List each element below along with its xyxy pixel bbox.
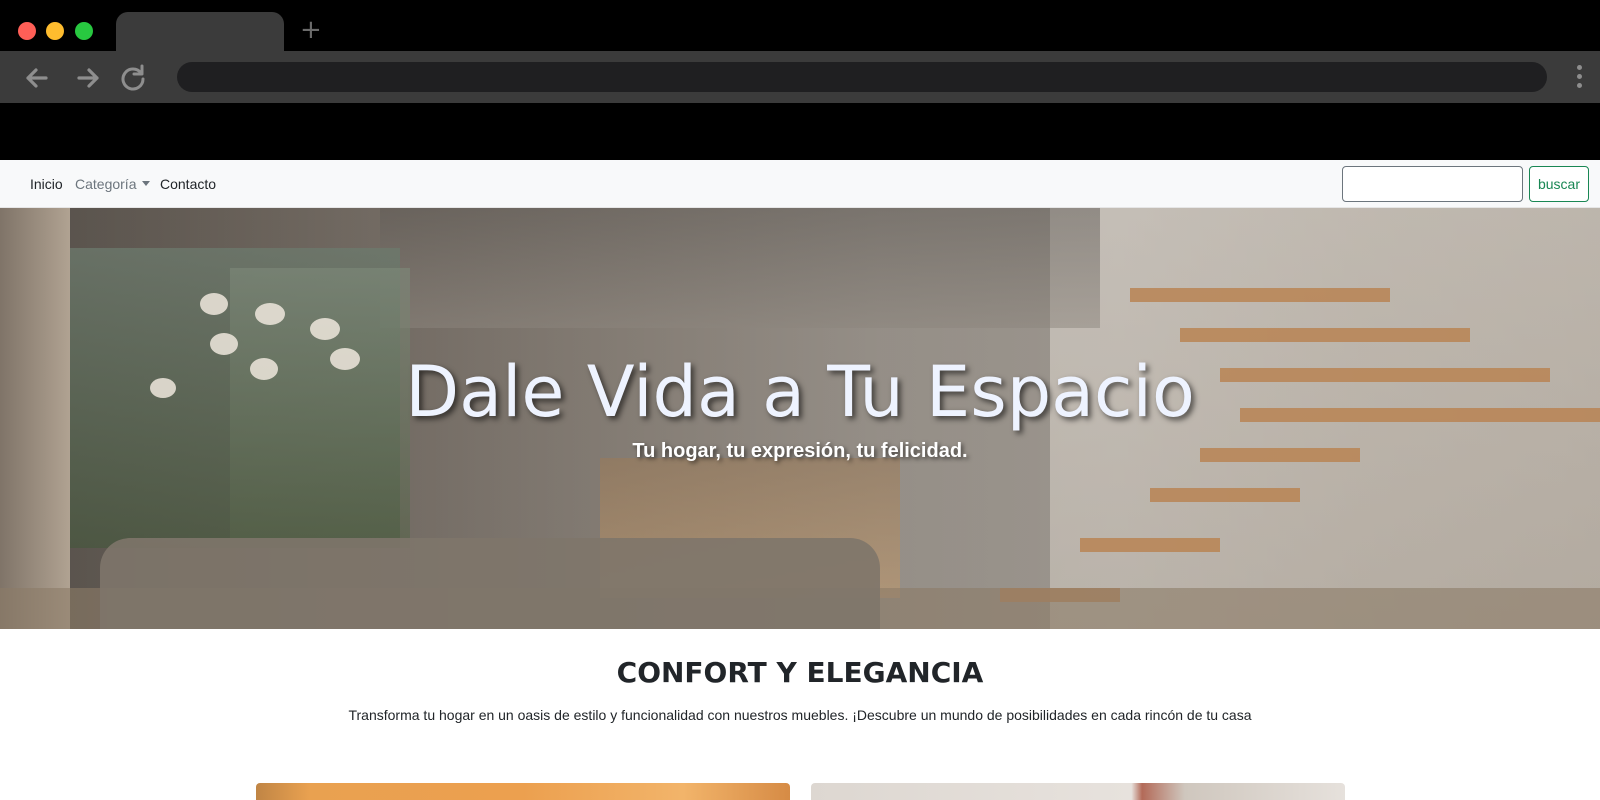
- stair-step: [1150, 488, 1300, 502]
- site-navbar: Inicio Categoría Contacto buscar: [0, 160, 1600, 208]
- hero-subtitle: Tu hogar, tu expresión, tu felicidad.: [632, 440, 968, 462]
- hero-ceiling: [380, 208, 1100, 328]
- section-title: CONFORT Y ELEGANCIA: [616, 656, 984, 689]
- address-bar[interactable]: [177, 62, 1547, 92]
- stair-step: [1130, 288, 1390, 302]
- nav-dropdown-label: Categoría: [75, 176, 137, 192]
- stair-step: [1080, 538, 1220, 552]
- product-card-image[interactable]: [811, 783, 1345, 800]
- browser-tab[interactable]: [116, 12, 284, 52]
- plus-icon[interactable]: +: [300, 16, 322, 44]
- hero-banner: Dale Vida a Tu Espacio Tu hogar, tu expr…: [0, 208, 1600, 629]
- reload-icon[interactable]: [116, 61, 150, 95]
- nav-link-inicio[interactable]: Inicio: [30, 176, 63, 192]
- pendant-lamp-globe: [255, 303, 285, 325]
- hero-title: Dale Vida a Tu Espacio: [405, 351, 1195, 433]
- arrow-right-icon[interactable]: [72, 61, 106, 95]
- pendant-lamp-globe: [310, 318, 340, 340]
- kebab-menu-icon[interactable]: [1573, 62, 1585, 92]
- nav-link-contacto[interactable]: Contacto: [160, 176, 216, 192]
- maximize-window-button[interactable]: [75, 22, 93, 40]
- arrow-left-icon[interactable]: [19, 61, 53, 95]
- browser-spacer: [0, 103, 1600, 160]
- section-description: Transforma tu hogar en un oasis de estil…: [348, 707, 1252, 723]
- close-window-button[interactable]: [18, 22, 36, 40]
- pendant-lamp-globe: [200, 293, 228, 315]
- search-button[interactable]: buscar: [1529, 166, 1589, 202]
- web-page: Inicio Categoría Contacto buscar Dale Vi…: [0, 160, 1600, 800]
- caret-down-icon: [142, 181, 151, 186]
- hero-sofa: [100, 538, 880, 629]
- nav-dropdown-categoria[interactable]: Categoría: [75, 176, 151, 192]
- search-input[interactable]: [1342, 166, 1523, 202]
- stair-step: [1180, 328, 1470, 342]
- browser-tab-bar: +: [0, 0, 1600, 52]
- product-card-image[interactable]: [256, 783, 790, 800]
- minimize-window-button[interactable]: [46, 22, 64, 40]
